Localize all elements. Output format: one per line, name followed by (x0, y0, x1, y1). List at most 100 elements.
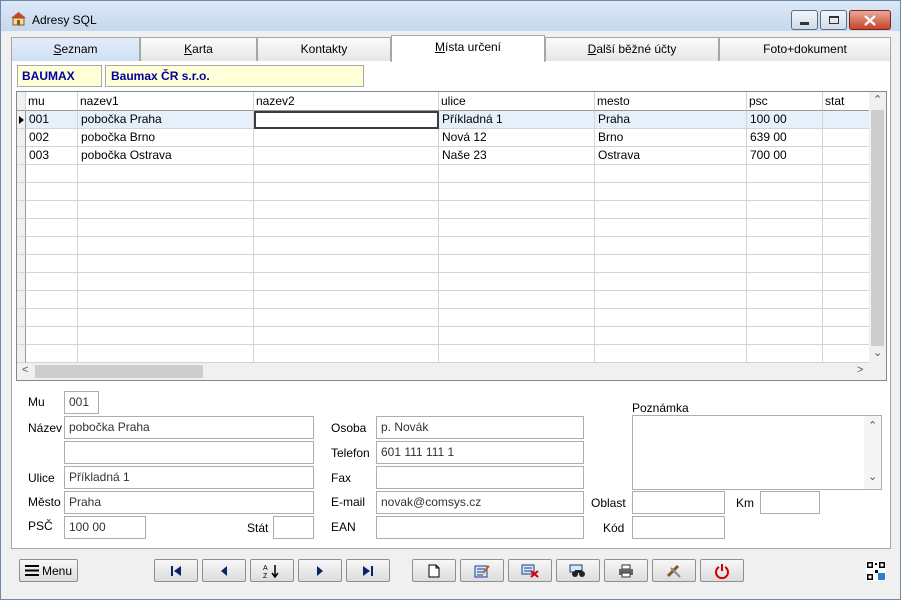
empty-cell[interactable] (747, 183, 823, 201)
empty-cell[interactable] (78, 273, 254, 291)
tab-seznam[interactable]: Seznam (11, 37, 140, 61)
oblast-field[interactable] (632, 491, 725, 514)
empty-cell[interactable] (78, 237, 254, 255)
empty-cell[interactable] (254, 345, 439, 363)
empty-cell[interactable] (254, 291, 439, 309)
empty-cell[interactable] (26, 219, 78, 237)
col-header-ulice[interactable]: ulice (439, 92, 595, 111)
empty-cell[interactable] (254, 255, 439, 273)
empty-cell[interactable] (254, 183, 439, 201)
empty-cell[interactable] (439, 309, 595, 327)
empty-cell[interactable] (595, 201, 747, 219)
empty-cell[interactable] (595, 165, 747, 183)
empty-cell[interactable] (26, 309, 78, 327)
scroll-down-icon[interactable]: ⌄ (873, 346, 882, 361)
cell-mesto[interactable]: Praha (595, 111, 747, 129)
empty-cell[interactable] (747, 345, 823, 363)
table-row[interactable]: 002 pobočka Brno Nová 12 Brno 639 00 (26, 129, 871, 147)
cell-mesto[interactable]: Brno (595, 129, 747, 147)
cell-ulice[interactable]: Příkladná 1 (439, 111, 595, 129)
empty-cell[interactable] (78, 309, 254, 327)
menu-button[interactable]: Menu (19, 559, 78, 582)
empty-cell[interactable] (78, 219, 254, 237)
empty-table-row[interactable] (26, 255, 871, 273)
cell-mesto[interactable]: Ostrava (595, 147, 747, 165)
tab-dalsi-ucty[interactable]: Další běžné účty (545, 37, 719, 61)
row-indicator[interactable] (17, 291, 26, 309)
kod-field[interactable] (632, 516, 725, 539)
cell-nazev1[interactable]: pobočka Praha (78, 111, 254, 129)
col-header-mu[interactable]: mu (26, 92, 78, 111)
empty-table-row[interactable] (26, 291, 871, 309)
cell-psc[interactable]: 100 00 (747, 111, 823, 129)
minimize-button[interactable] (791, 10, 818, 30)
last-record-button[interactable] (346, 559, 390, 582)
mu-field[interactable]: 001 (64, 391, 99, 414)
cell-nazev2[interactable] (254, 129, 439, 147)
empty-cell[interactable] (747, 165, 823, 183)
empty-table-row[interactable] (26, 273, 871, 291)
sort-button[interactable]: A Z (250, 559, 294, 582)
empty-cell[interactable] (823, 255, 871, 273)
memo-scroll-up-icon[interactable]: ⌃ (868, 419, 877, 434)
empty-table-row[interactable] (26, 309, 871, 327)
osoba-field[interactable]: p. Novák (376, 416, 584, 439)
cell-mu[interactable]: 003 (26, 147, 78, 165)
empty-cell[interactable] (78, 327, 254, 345)
empty-cell[interactable] (747, 201, 823, 219)
empty-cell[interactable] (747, 291, 823, 309)
km-field[interactable] (760, 491, 820, 514)
empty-cell[interactable] (595, 273, 747, 291)
row-indicator[interactable] (17, 147, 26, 165)
empty-table-row[interactable] (26, 327, 871, 345)
row-indicator[interactable] (17, 237, 26, 255)
empty-cell[interactable] (26, 273, 78, 291)
row-indicator[interactable] (17, 309, 26, 327)
empty-cell[interactable] (439, 291, 595, 309)
empty-cell[interactable] (595, 291, 747, 309)
empty-cell[interactable] (439, 219, 595, 237)
memo-scroll-down-icon[interactable]: ⌄ (868, 470, 877, 485)
empty-cell[interactable] (823, 273, 871, 291)
cell-mu[interactable]: 001 (26, 111, 78, 129)
row-indicator[interactable] (17, 201, 26, 219)
delete-record-button[interactable] (508, 559, 552, 582)
empty-cell[interactable] (747, 309, 823, 327)
empty-cell[interactable] (439, 183, 595, 201)
cell-nazev1[interactable]: pobočka Brno (78, 129, 254, 147)
empty-table-row[interactable] (26, 183, 871, 201)
cell-nazev2[interactable] (254, 111, 439, 129)
telefon-field[interactable]: 601 111 111 1 (376, 441, 584, 464)
row-indicator[interactable] (17, 219, 26, 237)
col-header-stat[interactable]: stat (823, 92, 871, 111)
row-indicator[interactable] (17, 255, 26, 273)
empty-cell[interactable] (823, 183, 871, 201)
email-field[interactable]: novak@comsys.cz (376, 491, 584, 514)
edit-record-button[interactable] (460, 559, 504, 582)
horizontal-scroll-thumb[interactable] (35, 365, 203, 378)
empty-cell[interactable] (439, 255, 595, 273)
empty-cell[interactable] (26, 183, 78, 201)
nazev-field[interactable]: pobočka Praha (64, 416, 314, 439)
empty-cell[interactable] (595, 345, 747, 363)
empty-cell[interactable] (78, 291, 254, 309)
empty-cell[interactable] (747, 219, 823, 237)
tab-kontakty[interactable]: Kontakty (257, 37, 391, 61)
next-record-button[interactable] (298, 559, 342, 582)
empty-cell[interactable] (747, 255, 823, 273)
close-button[interactable] (849, 10, 891, 30)
mesto-field[interactable]: Praha (64, 491, 314, 514)
empty-cell[interactable] (254, 201, 439, 219)
empty-cell[interactable] (747, 327, 823, 345)
empty-cell[interactable] (439, 201, 595, 219)
cell-ulice[interactable]: Naše 23 (439, 147, 595, 165)
empty-cell[interactable] (823, 327, 871, 345)
row-indicator[interactable] (17, 345, 26, 363)
previous-record-button[interactable] (202, 559, 246, 582)
empty-cell[interactable] (26, 255, 78, 273)
empty-cell[interactable] (254, 309, 439, 327)
col-header-psc[interactable]: psc (747, 92, 823, 111)
empty-cell[interactable] (595, 309, 747, 327)
qr-code-icon[interactable] (866, 561, 886, 581)
empty-cell[interactable] (595, 255, 747, 273)
